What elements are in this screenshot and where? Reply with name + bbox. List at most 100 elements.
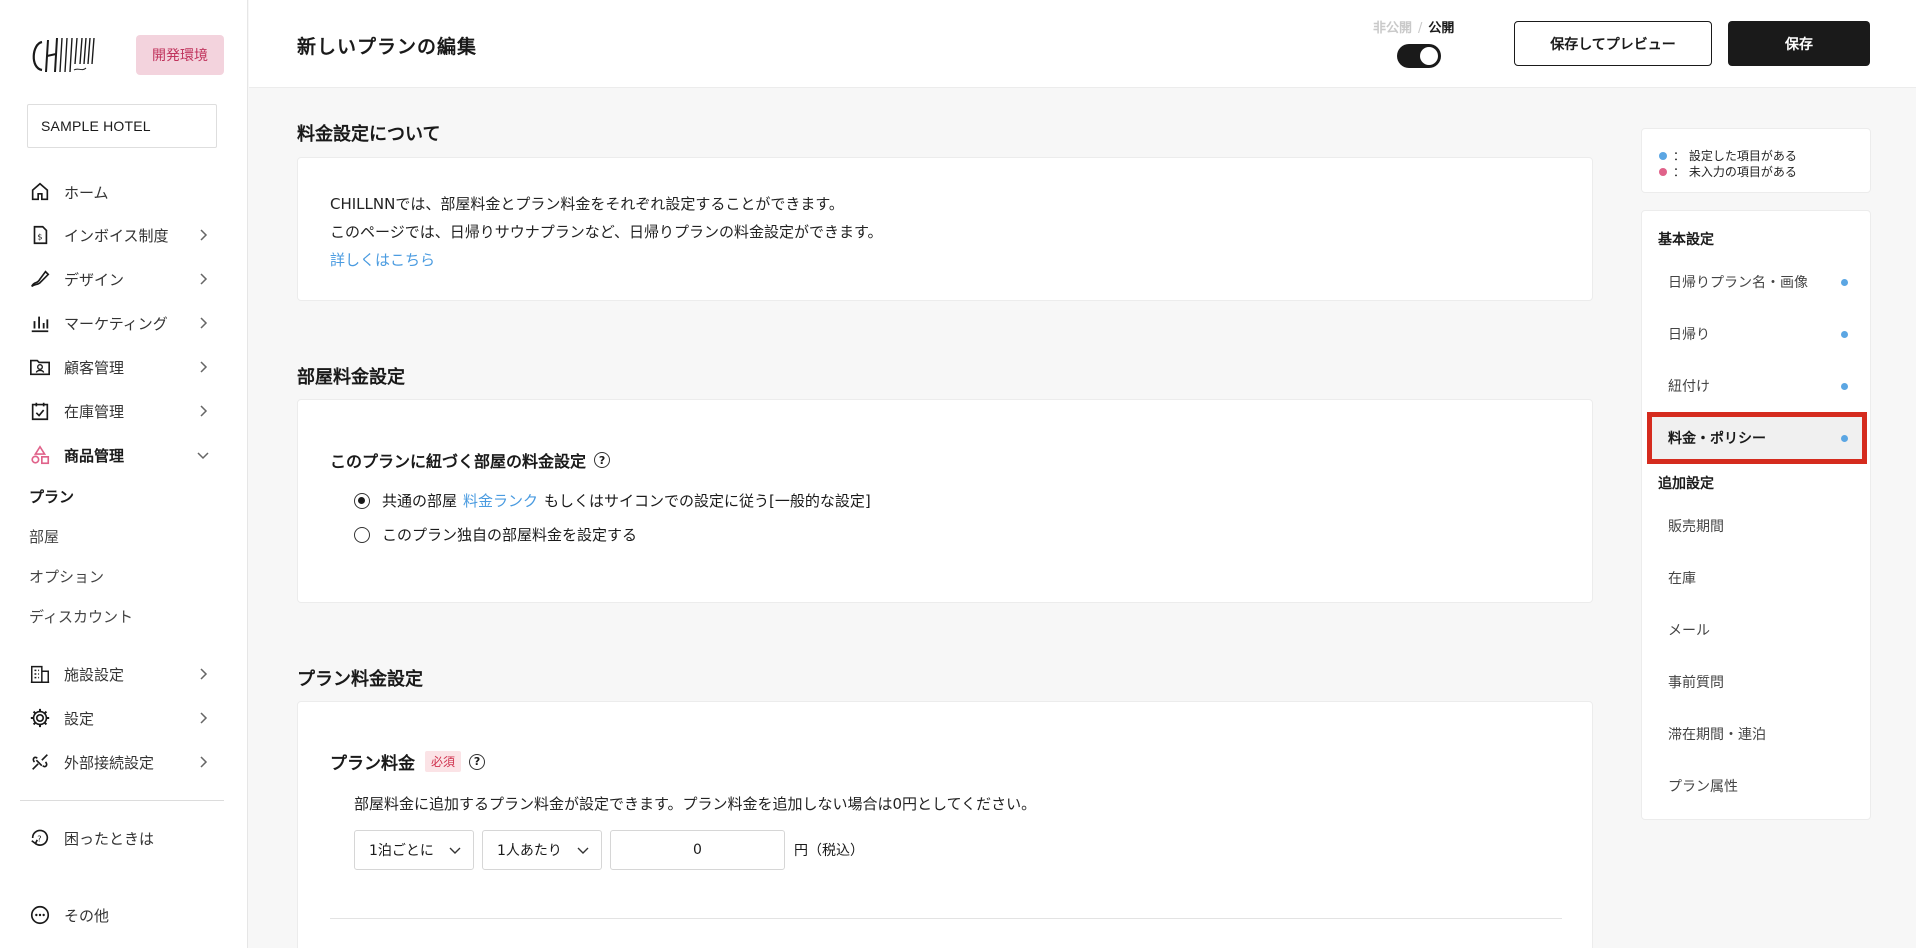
save-button[interactable]: 保存 (1728, 21, 1870, 66)
option-text: このプラン独自の部屋料金を設定する (382, 526, 638, 544)
toc-item-stay-period[interactable]: 滞在期間・連泊 (1652, 713, 1862, 755)
toc-item-stock[interactable]: 在庫 (1652, 557, 1862, 599)
plan-price-label: プラン料金 (330, 754, 415, 774)
env-badge: 開発環境 (136, 35, 224, 75)
help-icon[interactable]: ? (594, 452, 611, 468)
toc-item-daytrip[interactable]: 日帰り (1652, 313, 1862, 355)
nav-design[interactable]: デザイン (28, 264, 218, 294)
toc-item-plan-name[interactable]: 日帰りプラン名・画像 (1652, 261, 1862, 303)
sub-item-discount[interactable]: ディスカウント (29, 606, 133, 627)
nav-label: 困ったときは (64, 829, 155, 848)
chevron-right-icon (200, 668, 208, 680)
nav-invoice[interactable]: $ インボイス制度 (28, 220, 218, 250)
publish-labels: 非公開 / 公開 (1373, 17, 1454, 36)
sub-item-plan[interactable]: プラン (29, 486, 74, 507)
chevron-right-icon (200, 361, 208, 373)
nav-settings[interactable]: 設定 (28, 703, 218, 733)
chevron-right-icon (200, 405, 208, 417)
toc-label: 在庫 (1668, 571, 1696, 587)
option-text-post: もしくはサイコンでの設定に従う[一般的な設定] (544, 492, 871, 510)
legend-unset-label: ： 未入力の項目がある (1673, 165, 1797, 179)
about-line-1: CHILLNNでは、部屋料金とプラン料金をそれぞれ設定することができます。 (330, 195, 844, 213)
toc-label: 滞在期間・連泊 (1668, 727, 1766, 743)
toc-item-plan-attributes[interactable]: プラン属性 (1652, 765, 1862, 807)
legend-box: ： 設定した項目がある ： 未入力の項目がある (1641, 128, 1871, 193)
nav-label: ホーム (64, 183, 109, 202)
toc-item-pre-questions[interactable]: 事前質問 (1652, 661, 1862, 703)
publish-separator: / (1418, 21, 1423, 36)
toc-label: プラン属性 (1668, 779, 1738, 795)
nav-inventory[interactable]: 在庫管理 (28, 396, 218, 426)
chevron-right-icon (200, 229, 208, 241)
help-icon[interactable]: ? (469, 753, 486, 770)
sub-item-option[interactable]: オプション (29, 566, 104, 587)
home-icon (28, 180, 52, 204)
room-option-common[interactable]: 共通の部屋 料金ランク もしくはサイコンでの設定に従う[一般的な設定] (354, 490, 871, 511)
chillnn-logo[interactable] (28, 34, 102, 78)
toc-item-sales-period[interactable]: 販売期間 (1652, 505, 1862, 547)
nav-external[interactable]: 外部接続設定 (28, 747, 218, 777)
per-person-select[interactable]: 1人あたり (482, 830, 602, 870)
hotel-selector[interactable]: SAMPLE HOTEL (27, 104, 217, 148)
nav-label: 設定 (64, 709, 95, 728)
section-title-about: 料金設定について (297, 124, 441, 145)
sub-item-room[interactable]: 部屋 (29, 526, 59, 547)
option-text-pre: 共通の部屋 (382, 492, 458, 510)
chevron-right-icon (200, 273, 208, 285)
plan-card (297, 701, 1593, 948)
nav-products[interactable]: 商品管理 (28, 440, 218, 470)
status-dot-icon (1841, 435, 1848, 442)
nav-label: 施設設定 (64, 665, 125, 684)
toc-item-linking[interactable]: 紐付け (1652, 365, 1862, 407)
more-icon (28, 903, 52, 927)
nav-home[interactable]: ホーム (28, 177, 218, 207)
design-icon (28, 267, 52, 291)
nav-marketing[interactable]: マーケティング (28, 308, 218, 338)
radio-selected[interactable] (354, 492, 370, 509)
page-title: 新しいプランの編集 (297, 36, 478, 58)
card-divider (330, 918, 1562, 919)
publish-toggle[interactable] (1397, 44, 1441, 68)
room-pricing-subtitle: このプランに紐づく部屋の料金設定 ? (330, 448, 611, 472)
nav-label: デザイン (64, 270, 125, 289)
legend-set-label: ： 設定した項目がある (1673, 149, 1797, 163)
toc-panel: 基本設定 日帰りプラン名・画像 日帰り 紐付け 料金・ポリシー 追加設定 販売期… (1641, 210, 1871, 820)
save-and-preview-button[interactable]: 保存してプレビュー (1514, 21, 1712, 66)
nav-label: 在庫管理 (64, 402, 125, 421)
connection-icon (28, 750, 52, 774)
about-line-2: このページでは、日帰りサウナプランなど、日帰りプランの料金設定ができます。 (330, 223, 883, 241)
plan-price-input[interactable]: 0 (610, 830, 785, 870)
nav-other[interactable]: その他 (28, 900, 218, 930)
room-option-custom[interactable]: このプラン独自の部屋料金を設定する (354, 524, 637, 545)
radio-unselected[interactable] (354, 526, 370, 543)
chevron-right-icon (200, 712, 208, 724)
nav-facility[interactable]: 施設設定 (28, 659, 218, 689)
nav-customers[interactable]: 顧客管理 (28, 352, 218, 382)
toc-head-basic: 基本設定 (1658, 232, 1714, 248)
svg-text:$: $ (37, 232, 42, 242)
toc-item-mail[interactable]: メール (1652, 609, 1862, 651)
invoice-icon: $ (28, 223, 52, 247)
gear-icon (28, 706, 52, 730)
toc-label: メール (1668, 623, 1710, 639)
unpublished-label: 非公開 (1373, 21, 1413, 36)
nav-label: 顧客管理 (64, 358, 125, 377)
toggle-knob (1420, 47, 1438, 65)
nav-label: 商品管理 (64, 446, 125, 465)
inventory-icon (28, 399, 52, 423)
section-title-room: 部屋料金設定 (297, 367, 405, 388)
per-night-select[interactable]: 1泊ごとに (354, 830, 474, 870)
required-badge: 必須 (425, 751, 462, 772)
legend-set: ： 設定した項目がある (1659, 147, 1797, 164)
toc-label: 日帰り (1668, 327, 1710, 343)
shapes-icon (28, 443, 52, 467)
toc-label: 販売期間 (1668, 519, 1724, 535)
nav-label: インボイス制度 (64, 226, 169, 245)
status-dot-icon (1841, 383, 1848, 390)
nav-help[interactable]: ? 困ったときは (28, 823, 218, 853)
toc-head-extra: 追加設定 (1658, 476, 1714, 492)
rate-rank-link[interactable]: 料金ランク (463, 490, 538, 511)
details-link[interactable]: 詳しくはこちら (330, 249, 435, 270)
toc-item-pricing-policy[interactable]: 料金・ポリシー (1647, 412, 1867, 464)
status-dot-icon (1841, 331, 1848, 338)
